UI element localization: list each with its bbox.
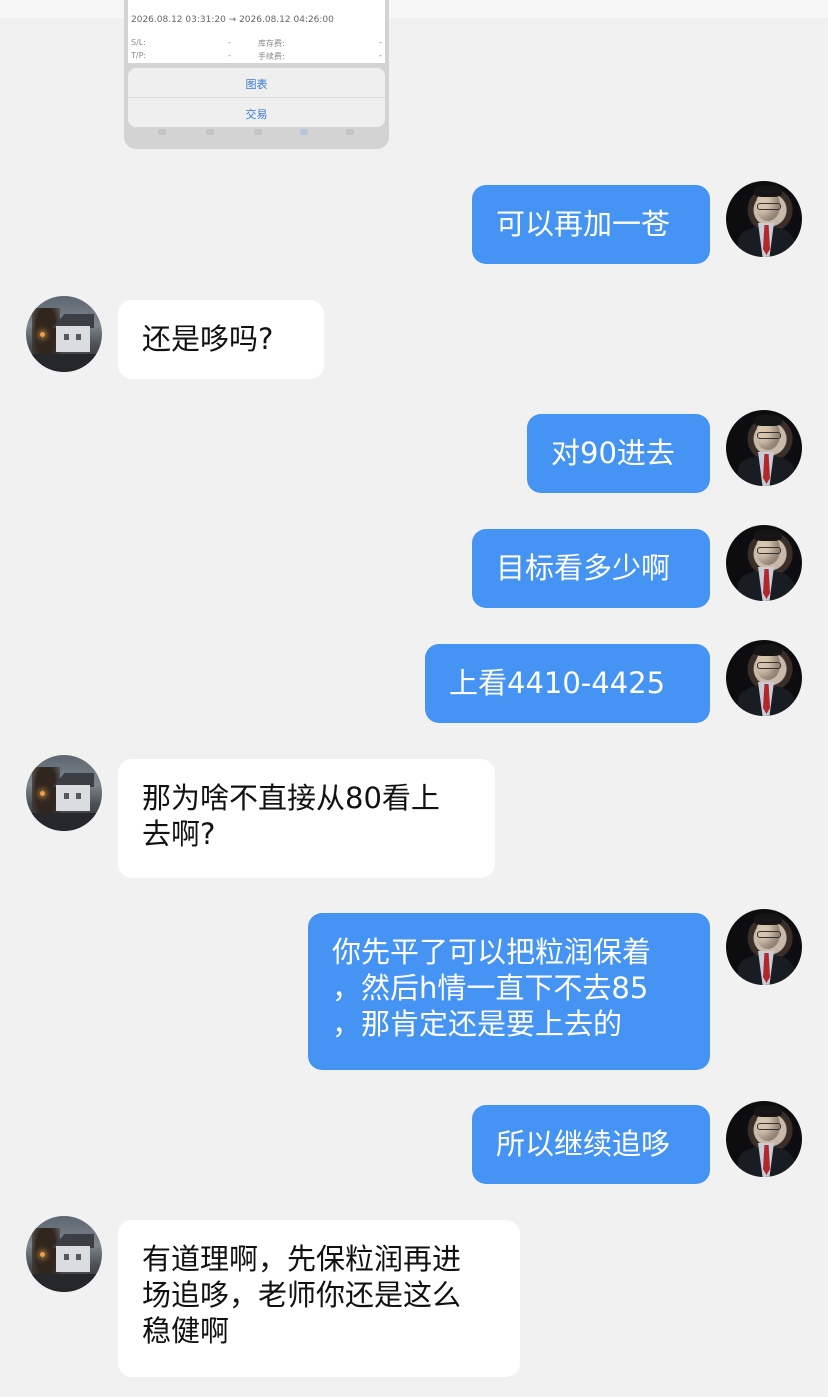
trade-commission-label: 手续费: xyxy=(258,52,285,61)
user-avatar[interactable] xyxy=(26,296,102,372)
teacher-avatar[interactable] xyxy=(726,640,802,716)
teacher-avatar[interactable] xyxy=(726,1101,802,1177)
trade-sl-label: S/L: xyxy=(131,38,146,47)
message-bubble-outgoing[interactable]: 上看4410-4425 xyxy=(425,644,710,723)
message-bubble-incoming[interactable]: 那为啥不直接从80看上 去啊? xyxy=(118,759,495,878)
message-bubble-outgoing[interactable]: 你先平了可以把粒润保着 ，然后h情一直下不去85 ，那肯定还是要上去的 xyxy=(308,913,710,1070)
message-bubble-outgoing[interactable]: 所以继续追哆 xyxy=(472,1105,710,1184)
teacher-avatar[interactable] xyxy=(726,181,802,257)
message-bubble-outgoing[interactable]: 可以再加一苍 xyxy=(472,185,710,264)
user-avatar[interactable] xyxy=(26,755,102,831)
message-bubble-outgoing[interactable]: 对90进去 xyxy=(527,414,710,493)
trade-action[interactable]: 交易 xyxy=(128,106,385,122)
trade-swap-label: 库存费: xyxy=(258,39,285,48)
message-bubble-outgoing[interactable]: 目标看多少啊 xyxy=(472,529,710,608)
message-bubble-incoming[interactable]: 还是哆吗? xyxy=(118,300,324,379)
trade-sl-value: - xyxy=(228,38,231,47)
trade-time-range: 2026.08.12 03:31:20 → 2026.08.12 04:26:0… xyxy=(131,15,334,25)
shared-trade-screenshot[interactable]: 2026.08.12 03:31:20 → 2026.08.12 04:26:0… xyxy=(124,0,389,149)
teacher-avatar[interactable] xyxy=(726,909,802,985)
trade-details-panel: 2026.08.12 03:31:20 → 2026.08.12 04:26:0… xyxy=(128,0,385,63)
user-avatar[interactable] xyxy=(26,1216,102,1292)
trade-commission-value: - xyxy=(379,51,382,60)
teacher-avatar[interactable] xyxy=(726,525,802,601)
message-bubble-incoming[interactable]: 有道理啊，先保粒润再进 场追哆，老师你还是这么 稳健啊 xyxy=(118,1220,520,1377)
teacher-avatar[interactable] xyxy=(726,410,802,486)
action-divider xyxy=(128,97,385,98)
trade-tp-value: - xyxy=(228,51,231,60)
bottom-tab-icons xyxy=(128,129,385,139)
chart-action[interactable]: 图表 xyxy=(128,76,385,92)
trade-swap-value: - xyxy=(379,38,382,47)
trade-tp-label: T/P: xyxy=(131,51,147,60)
trade-action-sheet: 图表 交易 xyxy=(128,68,385,127)
